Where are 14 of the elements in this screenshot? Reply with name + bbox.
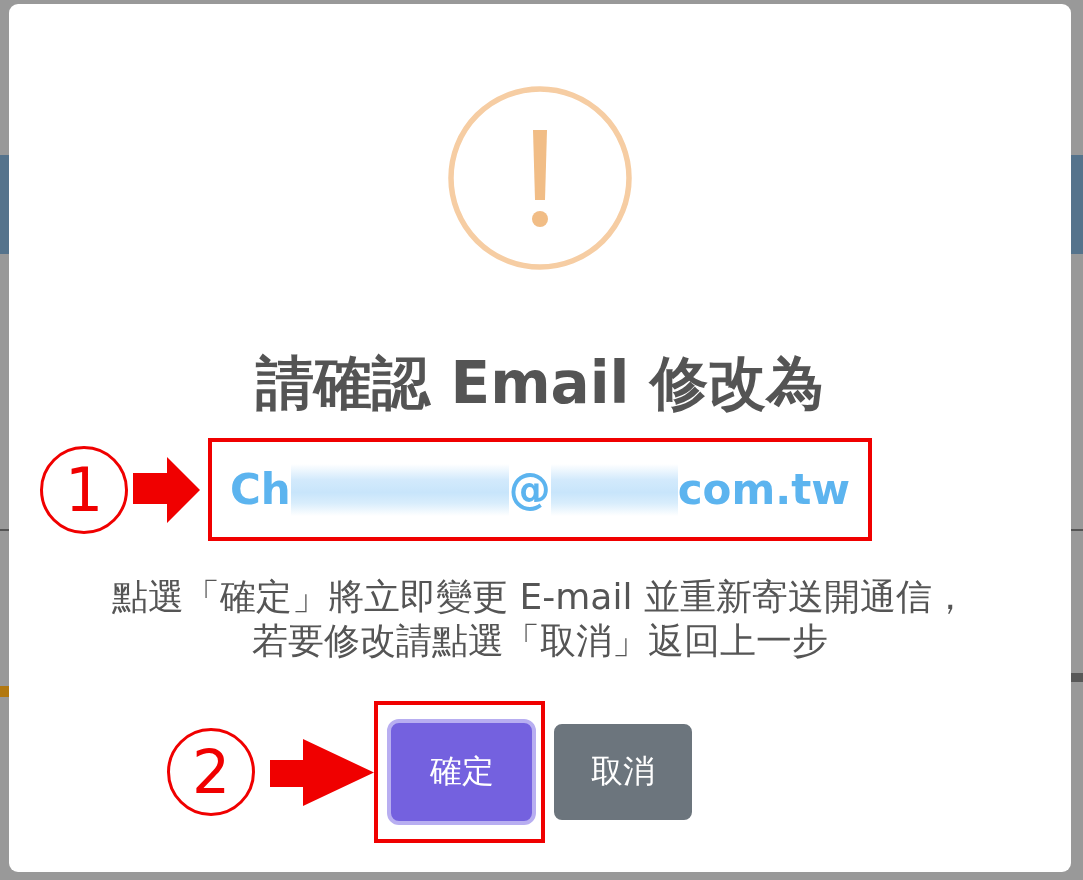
page-edge-strip [1071, 673, 1083, 682]
message-line: 點選「確定」將立即變更 E-mail 並重新寄送開通信， [112, 575, 968, 619]
email-text: Ch [229, 464, 291, 515]
warning-icon [448, 86, 632, 270]
confirm-button[interactable]: 確定 [387, 719, 536, 825]
dialog-title: 請確認 Email 修改為 [256, 349, 824, 417]
step-marker: 1 [40, 445, 128, 534]
email-text: @ [508, 464, 551, 515]
message-line: 若要修改請點選「取消」返回上一步 [252, 619, 828, 663]
cancel-button[interactable]: 取消 [554, 724, 692, 820]
email-text: com.tw [677, 464, 851, 515]
arrow-icon [133, 456, 200, 523]
step-marker: 2 [167, 728, 255, 816]
page-edge-strip [0, 686, 9, 697]
